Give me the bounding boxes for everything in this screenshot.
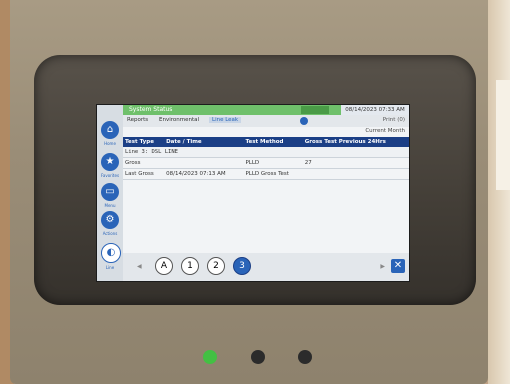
- scroll-right-icon[interactable]: ▶: [380, 263, 385, 270]
- touch-screen: ⌂ Home ★ Favorites ▭ Menu ⚙ Actions ◐ Li…: [96, 104, 410, 282]
- menu-icon[interactable]: ▭: [101, 183, 119, 201]
- cell: PLLD Gross Test: [243, 168, 303, 180]
- col-test-type: Test Type: [123, 137, 165, 147]
- period-label: Current Month: [365, 128, 405, 134]
- sidebar-item-actions-label: Actions: [102, 231, 118, 236]
- col-gross-test: Gross Test Previous 24Hrs: [302, 137, 409, 147]
- tab-line-leak[interactable]: Line Leak: [209, 117, 242, 123]
- cell: 27: [302, 157, 409, 169]
- scroll-left-icon[interactable]: ◀: [137, 263, 142, 270]
- bottom-toolbar: ◀ A 1 2 3 ▶ ✕: [123, 253, 409, 281]
- sidebar-item-favorites-label: Favorites: [100, 173, 120, 178]
- sidebar: ⌂ Home ★ Favorites ▭ Menu ⚙ Actions ◐ Li…: [97, 105, 123, 281]
- clock-icon[interactable]: 1: [181, 257, 199, 275]
- star-icon[interactable]: ★: [101, 153, 119, 171]
- tab-environmental[interactable]: Environmental: [159, 117, 199, 123]
- table-header-row: Test Type Date / Time Test Method Gross …: [123, 137, 409, 147]
- table-group-row: Line 3: DSL LINE: [123, 147, 409, 158]
- col-test-method: Test Method: [243, 137, 303, 147]
- home-icon[interactable]: ⌂: [101, 121, 119, 139]
- actions-icon[interactable]: ⚙: [101, 211, 119, 229]
- line-icon[interactable]: ◐: [101, 243, 121, 263]
- print-button[interactable]: Print (0): [383, 117, 405, 123]
- group-label: Line 3: DSL LINE: [123, 147, 409, 158]
- line-leak-table: Test Type Date / Time Test Method Gross …: [123, 137, 409, 180]
- clock-icon[interactable]: 2: [207, 257, 225, 275]
- paper-note: [496, 80, 510, 190]
- tab-reports[interactable]: Reports: [127, 117, 148, 123]
- clock-icon[interactable]: A: [155, 257, 173, 275]
- sidebar-item-menu-label: Menu: [104, 203, 116, 208]
- sidebar-item-line-label: Line: [105, 265, 115, 270]
- wall-right: [488, 0, 510, 384]
- cell: [302, 168, 409, 180]
- cell: Last Gross: [123, 168, 165, 180]
- tab-bar: Reports Environmental Line Leak Print (0…: [123, 115, 409, 127]
- alarm-badge[interactable]: [301, 106, 329, 114]
- close-button[interactable]: ✕: [391, 259, 405, 273]
- warning-indicator-icon: [251, 350, 265, 364]
- alarm-indicator-icon: [298, 350, 312, 364]
- cell: Gross: [123, 157, 165, 169]
- cell: PLLD: [243, 157, 303, 169]
- gear-icon[interactable]: [300, 117, 308, 125]
- status-bar: System Status 08/14/2023 07:33 AM: [123, 105, 409, 115]
- page-title: System Status: [129, 106, 173, 113]
- table-row[interactable]: Last Gross 08/14/2023 07:13 AM PLLD Gros…: [123, 168, 409, 180]
- cell: 08/14/2023 07:13 AM: [164, 168, 244, 180]
- clock-icon[interactable]: 3: [233, 257, 251, 275]
- col-date-time: Date / Time: [164, 137, 244, 147]
- sidebar-item-home-label: Home: [104, 141, 116, 146]
- table-row[interactable]: Gross PLLD 27: [123, 157, 409, 169]
- cell: [164, 157, 244, 169]
- datetime-display: 08/14/2023 07:33 AM: [341, 105, 409, 115]
- power-indicator-icon: [203, 350, 217, 364]
